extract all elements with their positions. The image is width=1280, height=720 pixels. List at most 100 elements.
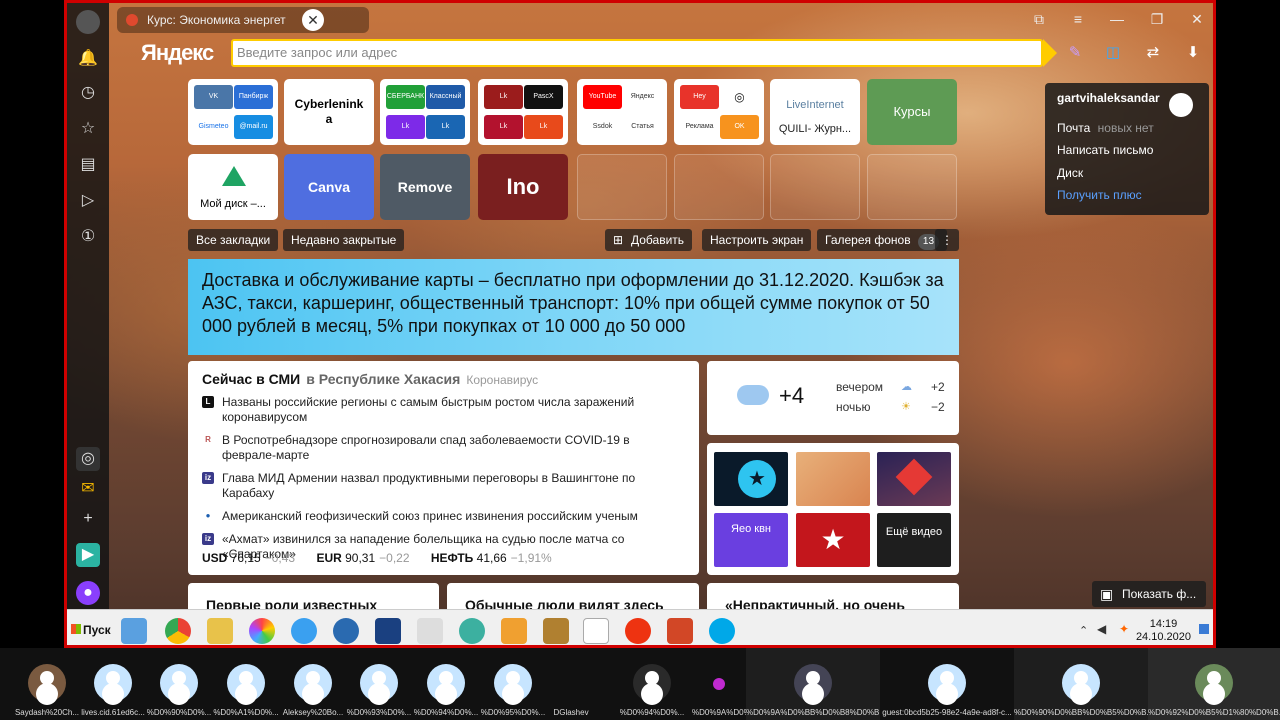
explorer-icon[interactable] xyxy=(207,618,233,644)
recently-closed-button[interactable]: Недавно закрытые xyxy=(283,229,405,251)
news-item[interactable]: R В Роспотребнадзоре спрогнозировали спа… xyxy=(202,433,685,463)
participant[interactable]: %D0%90%D0%BB%D0%B5%D0%B... xyxy=(1014,648,1148,720)
get-plus-link[interactable]: Получить плюс xyxy=(1057,188,1142,202)
tile-ino[interactable]: Ino xyxy=(478,154,568,220)
yandex-logo[interactable]: Яндекс xyxy=(141,40,214,66)
messenger-icon[interactable]: ▶ xyxy=(76,543,100,567)
tile-cyberleninka[interactable]: Cyberlenink a xyxy=(284,79,374,145)
skype-icon[interactable] xyxy=(709,618,735,644)
news-item[interactable]: L Названы российские регионы с самым быс… xyxy=(202,395,685,425)
participant[interactable]: %D0%9A%D0%... xyxy=(692,648,746,720)
tile-liveinternet[interactable]: LiveInternet QUILI- Журн... xyxy=(770,79,860,145)
tab-close-icon[interactable]: ✕ xyxy=(302,9,324,31)
news-region[interactable]: в Республике Хакасия xyxy=(306,371,460,387)
participant[interactable]: %D0%94%D0%... xyxy=(413,648,479,720)
user-avatar-icon[interactable] xyxy=(1169,93,1193,117)
star-icon[interactable]: ☆ xyxy=(76,117,100,141)
more-icon[interactable]: ⋮ xyxy=(935,229,959,251)
translate-icon[interactable]: ⇄ xyxy=(1143,43,1163,63)
all-bookmarks-button[interactable]: Все закладки xyxy=(188,229,279,251)
close-window-icon[interactable]: ✕ xyxy=(1187,11,1207,28)
extension-icon[interactable]: ◫ xyxy=(1103,43,1123,63)
volume-icon[interactable]: ◀ xyxy=(1097,622,1106,636)
powerpoint-icon[interactable] xyxy=(667,618,693,644)
tile-empty[interactable] xyxy=(577,154,667,220)
bookmark-icon[interactable]: ⧉ xyxy=(1029,11,1049,28)
mail-icon[interactable]: ✉ xyxy=(76,477,100,501)
app-icon[interactable] xyxy=(249,618,275,644)
tile-group-vk[interactable]: VK Панбирж Gismeteo @mail.ru xyxy=(188,79,278,145)
app-icon[interactable] xyxy=(333,618,359,644)
tab-counter-icon[interactable]: ① xyxy=(76,225,100,249)
profile-username[interactable]: gartvihaleksandar xyxy=(1057,91,1160,105)
media-player-icon[interactable] xyxy=(121,618,147,644)
participant[interactable]: %D0%94%D0%... xyxy=(612,648,692,720)
instagram-icon[interactable]: ◎ xyxy=(76,447,100,471)
app-icon[interactable] xyxy=(291,618,317,644)
participant[interactable]: %D0%9A%D0%BB%D0%B8%D0%B... xyxy=(746,648,880,720)
app-icon[interactable] xyxy=(501,618,527,644)
tile-remove[interactable]: Remove xyxy=(380,154,470,220)
news-title[interactable]: Сейчас в СМИ xyxy=(202,371,300,387)
show-desktop-button[interactable] xyxy=(1199,624,1209,634)
add-tile-button[interactable]: ⊞ Добавить xyxy=(605,229,693,251)
weather-widget[interactable]: +4 вечером ☁ +2 ночью ☀ −2 xyxy=(707,361,959,435)
browser-tab[interactable]: Курс: Экономика энергет xyxy=(117,7,369,33)
participant[interactable]: lives.cid.61ed6c... xyxy=(80,648,146,720)
chrome-icon[interactable] xyxy=(165,618,191,644)
disk-link[interactable]: Диск xyxy=(1057,166,1083,180)
restore-icon[interactable]: ❐ xyxy=(1147,11,1167,28)
bell-icon[interactable]: 🔔 xyxy=(76,47,100,71)
tile-group-sber[interactable]: СБЕРБАНК Классный Lk Lk xyxy=(380,79,470,145)
bird-icon[interactable] xyxy=(417,618,443,644)
currency-rates[interactable]: USD 76,15 −0,43 EUR 90,31 −0,22 НЕФТЬ 41,6… xyxy=(202,551,570,565)
participant[interactable]: %D0%95%D0%... xyxy=(480,648,546,720)
participant[interactable]: %D0%92%D0%B5%D1%80%D0%B... xyxy=(1148,648,1280,720)
app-icon[interactable] xyxy=(543,618,569,644)
video-thumb[interactable]: ★ xyxy=(714,452,788,506)
play-icon[interactable]: ▷ xyxy=(76,189,100,213)
tile-empty[interactable] xyxy=(674,154,764,220)
app-icon[interactable] xyxy=(459,618,485,644)
news-item[interactable]: ● Американский геофизический союз принес… xyxy=(202,509,685,524)
menu-icon[interactable]: ≡ xyxy=(1068,11,1088,27)
tray-app-icon[interactable]: ✦ xyxy=(1119,622,1129,636)
tile-canva[interactable]: Canva xyxy=(284,154,374,220)
system-clock[interactable]: 14:19 24.10.2020 xyxy=(1136,618,1191,644)
gallery-button[interactable]: Галерея фонов 13 xyxy=(817,229,948,251)
tile-google-drive[interactable]: Мой диск –... xyxy=(188,154,278,220)
video-thumb[interactable] xyxy=(877,452,951,506)
news-tag[interactable]: Коронавирус xyxy=(466,373,538,387)
tile-group-youtube[interactable]: YouTube Яндекс Ssdok Статья xyxy=(577,79,667,145)
tile-empty[interactable] xyxy=(867,154,957,220)
tile-empty[interactable] xyxy=(770,154,860,220)
search-input[interactable]: Введите запрос или адрес xyxy=(231,39,1057,67)
participant[interactable]: Aleksey%20Bo... xyxy=(280,648,346,720)
minimize-icon[interactable]: — xyxy=(1107,11,1127,27)
participant[interactable]: guest:0bcd5b25-98e2-4a9e-ad8f-c... xyxy=(880,648,1014,720)
tray-chevron-icon[interactable]: ⌃ xyxy=(1079,624,1088,637)
compose-link[interactable]: Написать письмо xyxy=(1057,143,1153,157)
show-background-button[interactable]: ▣ Показать ф... xyxy=(1092,581,1206,607)
app-icon[interactable] xyxy=(375,618,401,644)
yandex-icon[interactable] xyxy=(625,618,651,644)
history-icon[interactable]: ◷ xyxy=(76,81,100,105)
more-videos-button[interactable]: Ещё видео xyxy=(877,513,951,567)
collections-icon[interactable]: ▤ xyxy=(76,153,100,177)
video-thumb[interactable] xyxy=(796,452,870,506)
configure-screen-button[interactable]: Настроить экран xyxy=(702,229,812,251)
tile-group-lk[interactable]: Lk PascX Lk Lk xyxy=(478,79,568,145)
mail-link[interactable]: Почта новых нет xyxy=(1057,121,1154,135)
tile-kursy[interactable]: Курсы xyxy=(867,79,957,145)
profile-avatar-icon[interactable] xyxy=(76,10,100,34)
news-item[interactable]: iz Глава МИД Армении назвал продуктивным… xyxy=(202,471,685,501)
alice-icon[interactable]: ● xyxy=(76,581,100,605)
download-icon[interactable]: ⬇ xyxy=(1183,43,1203,63)
start-button[interactable]: Пуск xyxy=(69,618,111,642)
participant[interactable]: %D0%93%D0%... xyxy=(346,648,412,720)
video-thumb[interactable]: Яео квн xyxy=(714,513,788,567)
feather-icon[interactable]: ✎ xyxy=(1065,43,1085,63)
star-icon[interactable]: ★ xyxy=(796,513,870,567)
participant[interactable]: %D0%90%D0%... xyxy=(146,648,212,720)
add-panel-icon[interactable]: + xyxy=(76,507,100,531)
